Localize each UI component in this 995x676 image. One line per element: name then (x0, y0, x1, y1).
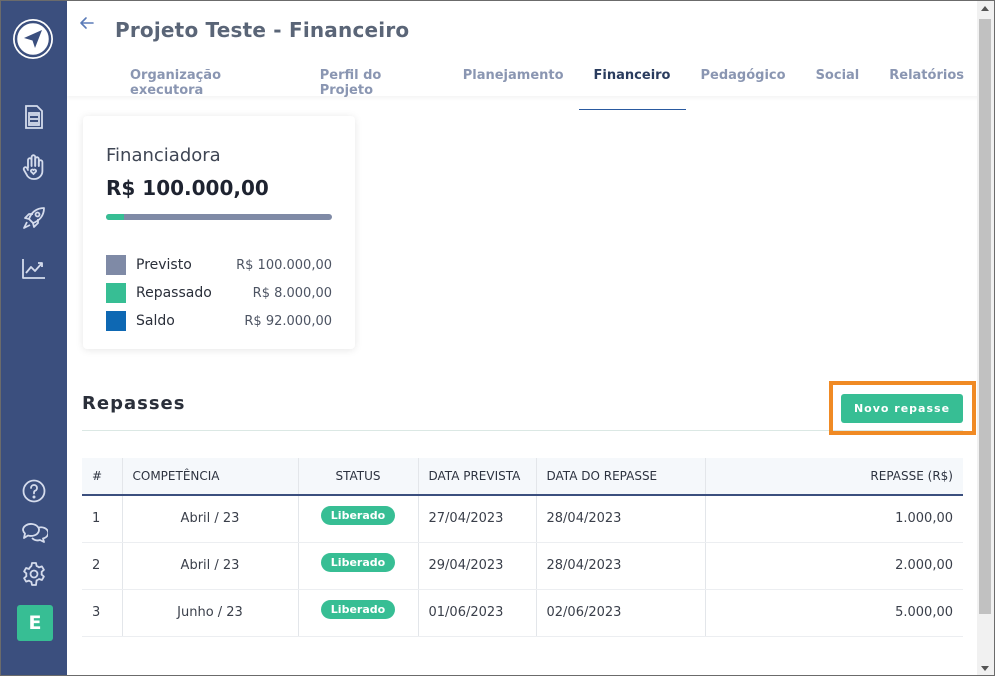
cell-num: 1 (82, 495, 122, 543)
legend-row-repassado: Repassado R$ 8.000,00 (106, 279, 332, 307)
tab-planejamento[interactable]: Planejamento (448, 58, 579, 110)
status-badge: Liberado (320, 553, 396, 572)
repasses-table: # COMPETÊNCIA STATUS DATA PREVISTA DATA … (82, 458, 963, 637)
cell-data-prevista: 01/06/2023 (417, 589, 536, 637)
legend-row-previsto: Previsto R$ 100.000,00 (106, 251, 332, 279)
page-header: Projeto Teste - Financeiro Organização e… (67, 1, 979, 110)
cell-competencia: Abril / 23 (121, 495, 298, 543)
financiadora-card: Financiadora R$ 100.000,00 Previsto R$ 1… (83, 116, 355, 349)
legend-swatch (106, 255, 126, 275)
legend-name: Repassado (136, 285, 212, 301)
cell-data-repasse: 28/04/2023 (535, 542, 705, 590)
tab-perfil-do-projeto[interactable]: Perfil do Projeto (305, 58, 448, 110)
gear-icon[interactable] (20, 560, 48, 588)
legend-name: Saldo (136, 313, 175, 329)
cell-num: 2 (82, 542, 122, 590)
cell-data-repasse: 02/06/2023 (535, 589, 705, 637)
legend-swatch (106, 283, 126, 303)
paper-plane-logo-icon[interactable] (13, 19, 53, 59)
column-header[interactable]: STATUS (297, 458, 418, 496)
rocket-icon[interactable] (20, 204, 48, 232)
page-title: Projeto Teste - Financeiro (115, 18, 410, 42)
legend-value: R$ 8.000,00 (252, 285, 332, 301)
tab-financeiro[interactable]: Financeiro (578, 58, 686, 110)
tab-bar: Organização executora Perfil do Projeto … (115, 58, 979, 110)
column-header[interactable]: # (82, 458, 122, 496)
card-label: Financiadora (106, 145, 221, 166)
app-window: E Projeto Teste - Financeiro Organização… (0, 0, 995, 676)
tab-organizacao-executora[interactable]: Organização executora (115, 58, 305, 110)
legend-name: Previsto (136, 257, 192, 273)
avatar[interactable]: E (17, 605, 53, 641)
help-icon[interactable] (20, 477, 48, 505)
document-icon[interactable] (20, 103, 48, 131)
cell-data-repasse: 28/04/2023 (535, 495, 705, 543)
scroll-down-icon[interactable] (981, 666, 989, 671)
column-header[interactable]: COMPETÊNCIA (121, 458, 298, 496)
legend: Previsto R$ 100.000,00 Repassado R$ 8.00… (106, 251, 332, 335)
table-row[interactable]: 1 Abril / 23 Liberado 27/04/2023 28/04/2… (82, 495, 963, 543)
table-row[interactable]: 3 Junho / 23 Liberado 01/06/2023 02/06/2… (82, 589, 963, 637)
tab-relatorios[interactable]: Relatórios (874, 58, 979, 110)
cell-num: 3 (82, 589, 122, 637)
section-title: Repasses (82, 393, 186, 414)
scroll-up-icon[interactable] (981, 6, 989, 11)
tab-social[interactable]: Social (801, 58, 875, 110)
cell-status: Liberado (297, 495, 418, 543)
tab-pedagogico[interactable]: Pedagógico (686, 58, 801, 110)
legend-value: R$ 100.000,00 (236, 257, 332, 273)
progress-bar (106, 214, 332, 220)
cell-status: Liberado (297, 542, 418, 590)
hand-heart-icon[interactable] (20, 154, 48, 182)
chat-icon[interactable] (20, 518, 48, 546)
legend-swatch (106, 311, 126, 331)
table-header-row: # COMPETÊNCIA STATUS DATA PREVISTA DATA … (82, 458, 963, 496)
cell-competencia: Junho / 23 (121, 589, 298, 637)
card-total: R$ 100.000,00 (106, 176, 269, 200)
scroll-thumb[interactable] (979, 19, 991, 614)
cell-valor: 1.000,00 (704, 495, 963, 543)
cell-valor: 2.000,00 (704, 542, 963, 590)
table-row[interactable]: 2 Abril / 23 Liberado 29/04/2023 28/04/2… (82, 542, 963, 590)
column-header[interactable]: DATA PREVISTA (417, 458, 536, 496)
column-header[interactable]: DATA DO REPASSE (535, 458, 705, 496)
cell-competencia: Abril / 23 (121, 542, 298, 590)
arrow-left-icon[interactable] (79, 14, 95, 37)
column-header[interactable]: REPASSE (R$) (704, 458, 963, 496)
chart-line-icon[interactable] (20, 255, 48, 283)
legend-row-saldo: Saldo R$ 92.000,00 (106, 307, 332, 335)
legend-value: R$ 92.000,00 (244, 313, 332, 329)
cell-data-prevista: 27/04/2023 (417, 495, 536, 543)
novo-repasse-button[interactable]: Novo repasse (841, 394, 963, 423)
cell-data-prevista: 29/04/2023 (417, 542, 536, 590)
progress-fill (106, 214, 125, 220)
status-badge: Liberado (320, 506, 396, 526)
vertical-scrollbar[interactable] (977, 1, 994, 675)
sidebar: E (1, 1, 67, 675)
cell-status: Liberado (297, 589, 418, 637)
status-badge: Liberado (320, 600, 396, 619)
cell-valor: 5.000,00 (704, 589, 963, 637)
